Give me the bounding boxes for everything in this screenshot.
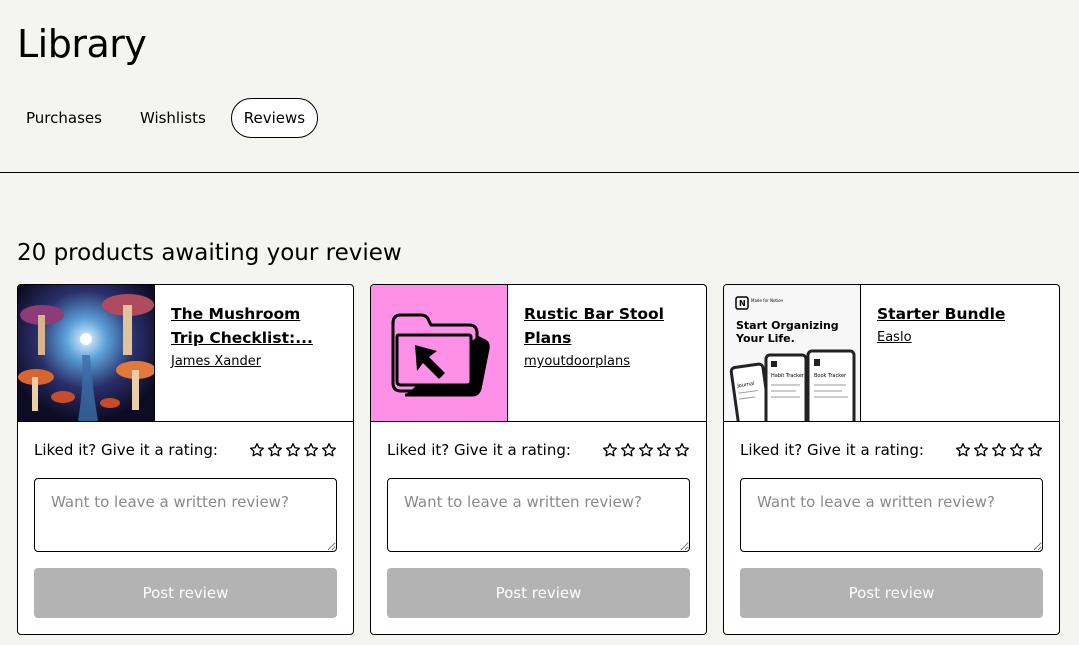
review-cards: The Mushroom Trip Checklist:... James Xa…: [17, 284, 1060, 635]
star-icon[interactable]: [991, 442, 1007, 458]
headline-line-1: Start Organizing: [736, 319, 839, 332]
product-thumbnail[interactable]: [18, 285, 155, 421]
creator-link[interactable]: myoutdoorplans: [524, 354, 630, 369]
product-info: The Mushroom Trip Checklist:... James Xa…: [155, 285, 353, 421]
tab-wishlists[interactable]: Wishlists: [127, 98, 219, 138]
header-divider: [0, 172, 1079, 173]
review-form: Liked it? Give it a rating: Post review: [18, 422, 353, 634]
star-icon[interactable]: [620, 442, 636, 458]
rating-label: Liked it? Give it a rating:: [740, 441, 924, 459]
rating-row: Liked it? Give it a rating:: [387, 438, 690, 462]
written-review-input[interactable]: [740, 478, 1043, 552]
rating-label: Liked it? Give it a rating:: [34, 441, 218, 459]
product-title-link[interactable]: The Mushroom Trip Checklist:...: [171, 302, 337, 350]
star-icon[interactable]: [1009, 442, 1025, 458]
product-info: Rustic Bar Stool Plans myoutdoorplans: [508, 285, 706, 421]
folder-cursor-icon: [391, 313, 490, 397]
review-form: Liked it? Give it a rating: Post review: [724, 422, 1059, 634]
creator-link[interactable]: James Xander: [171, 354, 261, 369]
page-title: Library: [17, 22, 147, 66]
card-header: Rustic Bar Stool Plans myoutdoorplans: [371, 285, 706, 422]
star-icon[interactable]: [638, 442, 654, 458]
post-review-button[interactable]: Post review: [387, 568, 690, 618]
star-rating: [955, 442, 1043, 458]
star-icon[interactable]: [303, 442, 319, 458]
star-icon[interactable]: [656, 442, 672, 458]
awaiting-review-heading: 20 products awaiting your review: [17, 240, 402, 266]
badge-text: Made for Notion: [751, 298, 784, 303]
mushroom-illustration-image: [18, 285, 154, 421]
written-review-input[interactable]: [387, 478, 690, 552]
star-icon[interactable]: [321, 442, 337, 458]
star-rating: [602, 442, 690, 458]
star-icon[interactable]: [973, 442, 989, 458]
written-review-input[interactable]: [34, 478, 337, 552]
star-icon[interactable]: [955, 442, 971, 458]
product-title-link[interactable]: Starter Bundle: [877, 302, 1005, 326]
star-icon[interactable]: [285, 442, 301, 458]
star-icon[interactable]: [267, 442, 283, 458]
tab-reviews[interactable]: Reviews: [230, 98, 319, 138]
svg-text:N: N: [739, 299, 746, 308]
product-info: Starter Bundle Easlo: [861, 285, 1021, 421]
habit-tracker-label: Habit Tracker: [771, 373, 805, 379]
rating-label: Liked it? Give it a rating:: [387, 441, 571, 459]
card-header: N Made for Notion Start Organizing Your …: [724, 285, 1059, 422]
book-tracker-label: Book Tracker: [814, 373, 847, 379]
rating-row: Liked it? Give it a rating:: [740, 438, 1043, 462]
post-review-button[interactable]: Post review: [34, 568, 337, 618]
product-thumbnail[interactable]: [371, 285, 508, 421]
tab-purchases[interactable]: Purchases: [13, 98, 115, 138]
star-icon[interactable]: [674, 442, 690, 458]
review-card: The Mushroom Trip Checklist:... James Xa…: [17, 284, 354, 635]
star-rating: [249, 442, 337, 458]
notion-templates-preview-image: N Made for Notion Start Organizing Your …: [729, 296, 856, 421]
product-title-link[interactable]: Rustic Bar Stool Plans: [524, 302, 690, 350]
review-card: N Made for Notion Start Organizing Your …: [723, 284, 1060, 635]
review-form: Liked it? Give it a rating: Post review: [371, 422, 706, 634]
product-thumbnail[interactable]: N Made for Notion Start Organizing Your …: [724, 285, 861, 421]
review-card: Rustic Bar Stool Plans myoutdoorplans Li…: [370, 284, 707, 635]
post-review-button[interactable]: Post review: [740, 568, 1043, 618]
star-icon[interactable]: [1027, 442, 1043, 458]
card-header: The Mushroom Trip Checklist:... James Xa…: [18, 285, 353, 422]
rating-row: Liked it? Give it a rating:: [34, 438, 337, 462]
star-icon[interactable]: [249, 442, 265, 458]
headline-line-2: Your Life.: [735, 332, 795, 345]
creator-link[interactable]: Easlo: [877, 330, 912, 345]
library-tabs: Purchases Wishlists Reviews: [13, 98, 319, 138]
star-icon[interactable]: [602, 442, 618, 458]
